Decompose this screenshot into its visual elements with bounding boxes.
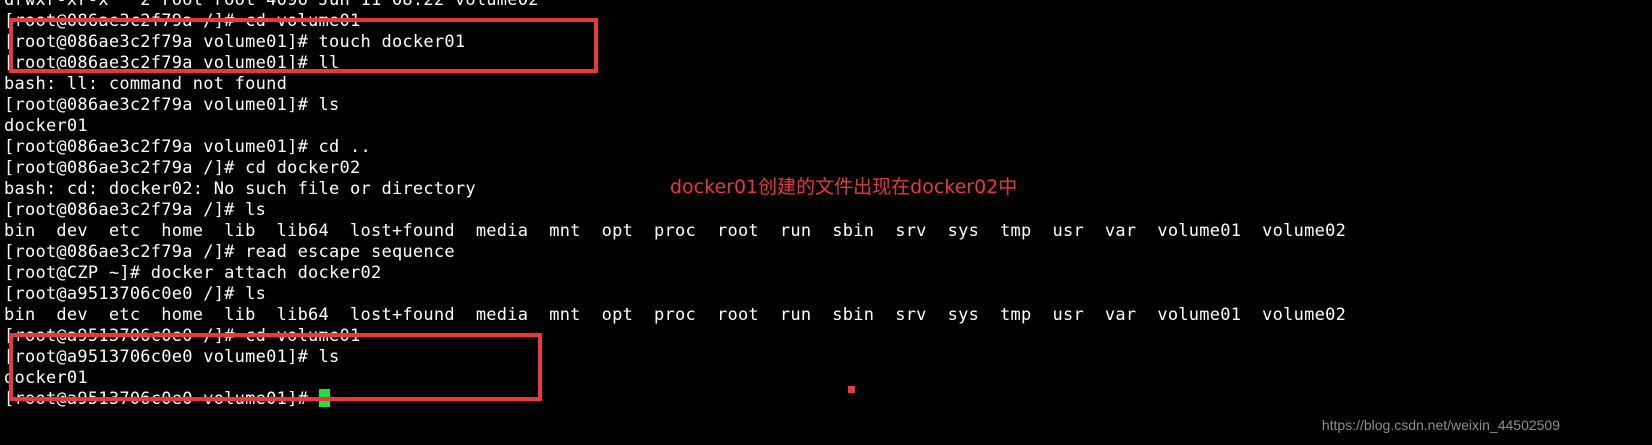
terminal-window[interactable]: drwxr-xr-x 2 root root 4096 Jun 11 08:22…: [0, 0, 1652, 445]
terminal-line: bash: ll: command not found: [4, 74, 288, 94]
terminal-line: [root@086ae3c2f79a /]# ls: [4, 200, 267, 220]
red-dot-mark: [848, 386, 855, 393]
terminal-line: [root@086ae3c2f79a volume01]# ls: [4, 95, 340, 115]
terminal-line: drwxr-xr-x 2 root root 4096 Jun 11 08:22…: [4, 0, 539, 10]
highlight-box-ls-result: [9, 333, 542, 401]
annotation-label: docker01创建的文件出现在docker02中: [670, 176, 1018, 198]
terminal-line: [root@086ae3c2f79a /]# read escape seque…: [4, 242, 455, 262]
terminal-line: [root@a9513706c0e0 /]# ls: [4, 284, 267, 304]
terminal-line: docker01: [4, 116, 88, 136]
highlight-box-touch-command: [9, 18, 598, 73]
terminal-line: bin dev etc home lib lib64 lost+found me…: [4, 305, 1347, 325]
terminal-line: bin dev etc home lib lib64 lost+found me…: [4, 221, 1347, 241]
watermark: https://blog.csdn.net/weixin_44502509: [1321, 417, 1560, 433]
terminal-line: [root@086ae3c2f79a volume01]# cd ..: [4, 137, 371, 157]
terminal-line: [root@CZP ~]# docker attach docker02: [4, 263, 382, 283]
